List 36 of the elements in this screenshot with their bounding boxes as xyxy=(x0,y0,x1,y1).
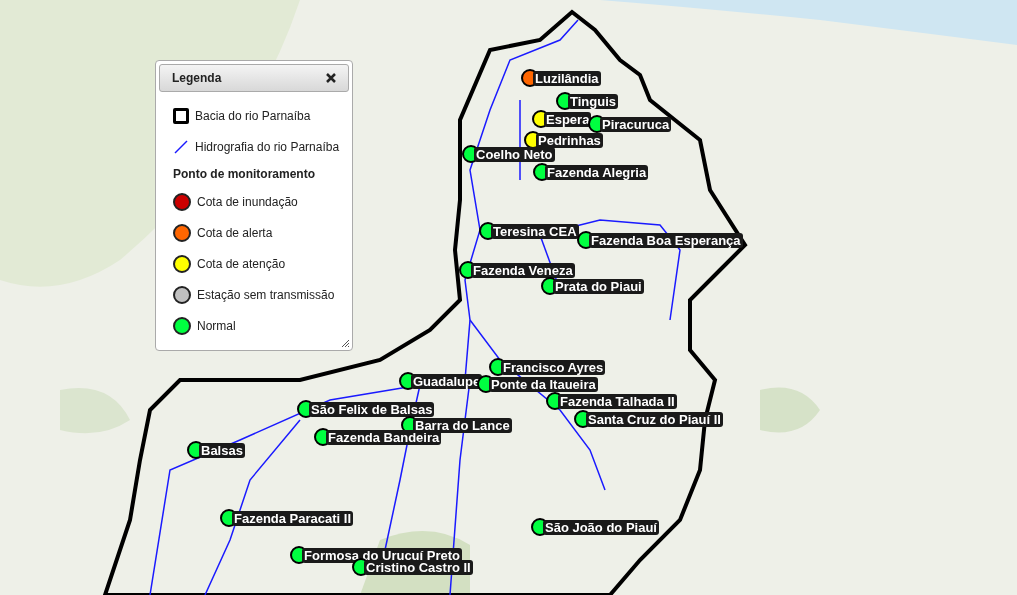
station-label: Fazenda Bandeira xyxy=(326,430,442,445)
station-label: Francisco Ayres xyxy=(501,360,606,375)
legend-title: Legenda xyxy=(172,70,222,87)
station-label: Ponte da Itaueira xyxy=(489,377,598,392)
station-label: Fazenda Veneza xyxy=(471,263,575,278)
station-label: Fazenda Alegria xyxy=(545,165,649,180)
station-label: Santa Cruz do Piauí II xyxy=(586,412,723,427)
legend-label: Bacia do rio Parnaíba xyxy=(195,107,311,125)
station-label: Pedrinhas xyxy=(536,133,603,148)
station-label: Tinguis xyxy=(568,94,618,109)
station-label: São Felix de Balsas xyxy=(309,402,435,417)
station-label: São João do Piauí xyxy=(543,520,659,535)
close-icon[interactable] xyxy=(326,73,336,83)
station-label: Espera xyxy=(544,112,592,127)
station-label: Prata do Piaui xyxy=(553,279,644,294)
station-label: Fazenda Boa Esperança xyxy=(589,233,743,248)
legend-label: Hidrografia do rio Parnaíba xyxy=(195,138,340,156)
station-label: Teresina CEA xyxy=(491,224,579,239)
legend-heading: Ponto de monitoramento xyxy=(173,166,316,183)
station-label: Piracuruca xyxy=(600,117,672,132)
station-label: Coelho Neto xyxy=(474,147,555,162)
station-label: Fazenda Paracati II xyxy=(232,511,354,526)
station-label: Balsas xyxy=(199,443,245,458)
legend-label: Normal xyxy=(197,317,236,335)
station-label: Barra do Lance xyxy=(413,418,512,433)
basin-outline-icon xyxy=(173,107,189,124)
station-label: Guadalupe xyxy=(411,374,483,389)
station-label: Cristino Castro II xyxy=(364,560,473,575)
river-line-icon xyxy=(173,138,189,155)
legend-label: Cota de alerta xyxy=(197,224,273,242)
station-label: Luzilândia xyxy=(533,71,601,86)
legend-label: Estação sem transmissão xyxy=(197,286,335,304)
resize-handle-icon[interactable] xyxy=(340,338,350,348)
legend-label: Cota de inundação xyxy=(197,193,298,211)
station-label: Fazenda Talhada II xyxy=(558,394,677,409)
legend-label: Cota de atenção xyxy=(197,255,286,273)
